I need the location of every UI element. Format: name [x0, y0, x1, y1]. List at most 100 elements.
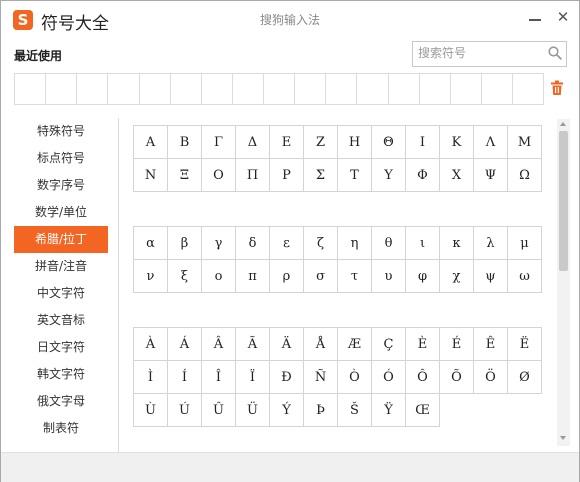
symbol-cell[interactable]: π [236, 260, 270, 293]
scroll-up-arrow-icon[interactable] [560, 122, 566, 126]
symbol-cell[interactable]: κ [440, 227, 474, 260]
symbol-cell[interactable]: Υ [372, 159, 406, 192]
symbol-cell[interactable]: Φ [406, 159, 440, 192]
symbol-cell[interactable]: Ÿ [372, 394, 406, 427]
symbol-cell[interactable]: ρ [270, 260, 304, 293]
symbol-cell[interactable]: Θ [372, 126, 406, 159]
symbol-cell[interactable]: ω [508, 260, 542, 293]
symbol-cell[interactable]: Â [202, 328, 236, 361]
symbol-cell[interactable]: Ä [270, 328, 304, 361]
symbol-cell[interactable]: Í [168, 361, 202, 394]
symbol-cell[interactable]: É [440, 328, 474, 361]
recent-symbol-slot[interactable] [389, 74, 420, 104]
symbol-cell[interactable]: Õ [440, 361, 474, 394]
symbol-cell[interactable]: α [134, 227, 168, 260]
symbol-cell[interactable]: È [406, 328, 440, 361]
symbol-cell[interactable]: δ [236, 227, 270, 260]
symbol-cell[interactable]: Ι [406, 126, 440, 159]
symbol-cell[interactable]: Ì [134, 361, 168, 394]
symbol-cell[interactable]: η [338, 227, 372, 260]
recent-symbol-slot[interactable] [171, 74, 202, 104]
symbol-cell[interactable]: γ [202, 227, 236, 260]
sidebar-item-10[interactable]: 韩文字符 [14, 361, 108, 388]
recent-symbol-slot[interactable] [420, 74, 451, 104]
symbol-cell[interactable]: θ [372, 227, 406, 260]
symbol-cell[interactable]: Û [202, 394, 236, 427]
symbol-cell[interactable]: τ [338, 260, 372, 293]
symbol-cell[interactable]: β [168, 227, 202, 260]
symbol-cell[interactable]: σ [304, 260, 338, 293]
symbol-cell[interactable]: Ψ [474, 159, 508, 192]
sidebar-item-1[interactable]: 特殊符号 [14, 118, 108, 145]
symbol-cell[interactable]: ξ [168, 260, 202, 293]
scroll-down-arrow-icon[interactable] [560, 436, 566, 440]
symbol-cell[interactable]: Β [168, 126, 202, 159]
symbol-cell[interactable]: Å [304, 328, 338, 361]
sidebar-item-11[interactable]: 俄文字母 [14, 388, 108, 415]
recent-symbol-slot[interactable] [15, 74, 47, 104]
minimize-icon[interactable] [528, 9, 542, 25]
symbol-cell[interactable]: Ã [236, 328, 270, 361]
symbol-cell[interactable]: Á [168, 328, 202, 361]
symbol-cell[interactable]: Ξ [168, 159, 202, 192]
recent-symbol-slot[interactable] [233, 74, 264, 104]
symbol-cell[interactable]: Ç [372, 328, 406, 361]
sidebar-item-6[interactable]: 拼音/注音 [14, 253, 108, 280]
symbol-cell[interactable]: Ø [508, 361, 542, 394]
recent-symbol-slot[interactable] [451, 74, 482, 104]
sidebar-item-2[interactable]: 标点符号 [14, 145, 108, 172]
symbol-cell[interactable]: Î [202, 361, 236, 394]
search-input[interactable] [418, 44, 538, 62]
symbol-cell[interactable]: Ö [474, 361, 508, 394]
scrollbar[interactable] [557, 119, 570, 446]
recent-symbol-slot[interactable] [202, 74, 233, 104]
symbol-cell[interactable]: ι [406, 227, 440, 260]
symbol-cell[interactable]: Χ [440, 159, 474, 192]
symbol-cell[interactable]: Ò [338, 361, 372, 394]
symbol-cell[interactable]: Ý [270, 394, 304, 427]
symbol-cell[interactable]: ν [134, 260, 168, 293]
symbol-cell[interactable]: À [134, 328, 168, 361]
sidebar-item-7[interactable]: 中文字符 [14, 280, 108, 307]
symbol-cell[interactable]: Œ [406, 394, 440, 427]
symbol-cell[interactable]: Ζ [304, 126, 338, 159]
symbol-cell[interactable]: Α [134, 126, 168, 159]
symbol-cell[interactable]: Ï [236, 361, 270, 394]
symbol-cell[interactable]: Κ [440, 126, 474, 159]
symbol-cell[interactable]: Ρ [270, 159, 304, 192]
symbol-cell[interactable]: Η [338, 126, 372, 159]
symbol-cell[interactable]: Ν [134, 159, 168, 192]
symbol-cell[interactable]: Ω [508, 159, 542, 192]
symbol-cell[interactable]: χ [440, 260, 474, 293]
symbol-cell[interactable]: ζ [304, 227, 338, 260]
recent-symbol-slot[interactable] [357, 74, 389, 104]
symbol-cell[interactable]: μ [508, 227, 542, 260]
recent-symbol-slot[interactable] [140, 74, 171, 104]
symbol-cell[interactable]: Ε [270, 126, 304, 159]
recent-symbol-slot[interactable] [264, 74, 296, 104]
symbol-cell[interactable]: ο [202, 260, 236, 293]
symbol-cell[interactable]: Π [236, 159, 270, 192]
close-icon[interactable]: ✕ [556, 9, 570, 25]
sidebar-item-5[interactable]: 希腊/拉丁 [14, 226, 108, 253]
symbol-cell[interactable]: Γ [202, 126, 236, 159]
scrollbar-thumb[interactable] [559, 131, 568, 271]
recent-symbol-slot[interactable] [295, 74, 327, 104]
symbol-cell[interactable]: Σ [304, 159, 338, 192]
symbol-cell[interactable]: Ù [134, 394, 168, 427]
sidebar-item-3[interactable]: 数字序号 [14, 172, 108, 199]
symbol-cell[interactable]: ψ [474, 260, 508, 293]
symbol-cell[interactable]: Ñ [304, 361, 338, 394]
symbol-cell[interactable]: Ó [372, 361, 406, 394]
sidebar-item-8[interactable]: 英文音标 [14, 307, 108, 334]
recent-symbol-slot[interactable] [77, 74, 109, 104]
sidebar-item-12[interactable]: 制表符 [14, 415, 108, 442]
trash-icon[interactable] [550, 80, 564, 96]
search-box[interactable] [412, 41, 567, 67]
recent-symbol-slot[interactable] [108, 74, 140, 104]
symbol-cell[interactable]: Ú [168, 394, 202, 427]
symbol-cell[interactable]: Þ [304, 394, 338, 427]
symbol-cell[interactable]: Λ [474, 126, 508, 159]
symbol-cell[interactable]: Ë [508, 328, 542, 361]
symbol-cell[interactable]: Ô [406, 361, 440, 394]
